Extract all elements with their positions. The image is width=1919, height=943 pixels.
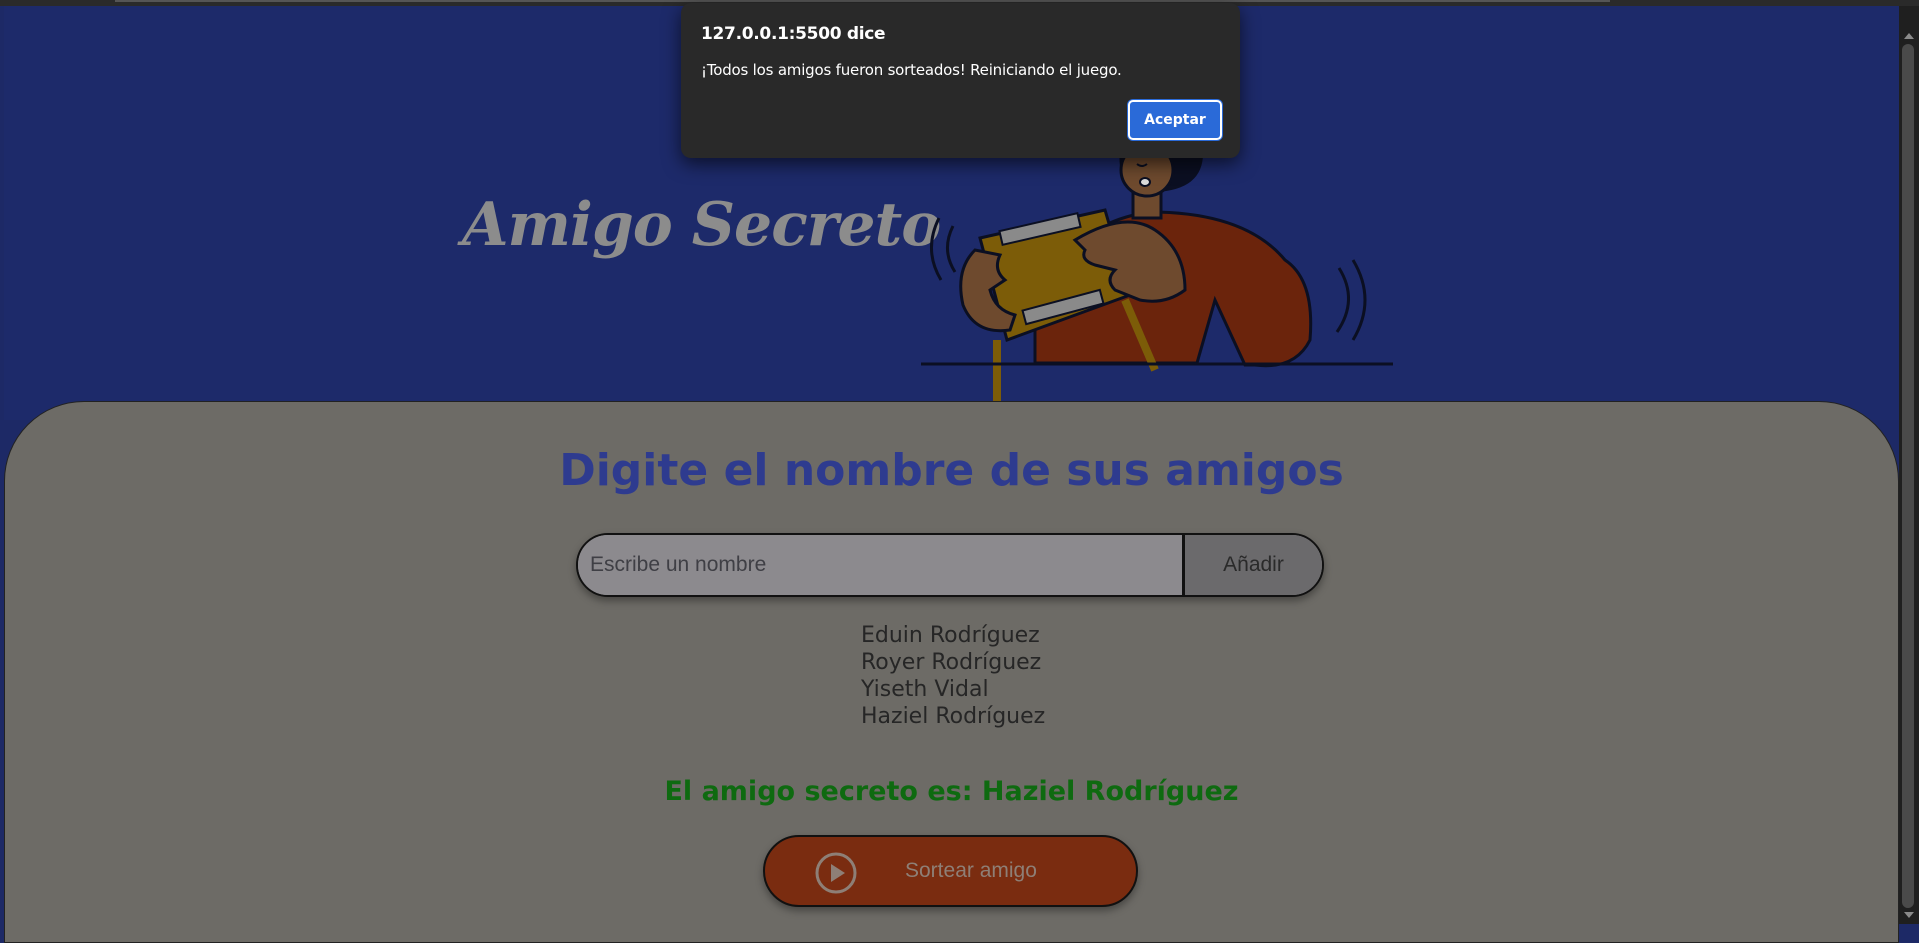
- list-item: Royer Rodríguez: [861, 650, 1042, 675]
- motion-lines-left: [929, 217, 957, 281]
- section-heading: Digite el nombre de sus amigos: [559, 445, 1344, 496]
- scroll-down-arrow-icon[interactable]: [1904, 912, 1914, 918]
- list-item: Yiseth Vidal: [861, 677, 989, 702]
- mouth: [1139, 177, 1151, 187]
- list-item: Eduin Rodríguez: [861, 623, 1040, 648]
- draw-friend-button[interactable]: Sortear amigo: [763, 835, 1138, 907]
- scrollbar-thumb[interactable]: [1902, 44, 1914, 908]
- add-button[interactable]: Añadir: [1182, 535, 1322, 595]
- name-input[interactable]: [578, 535, 1182, 595]
- list-item: Haziel Rodríguez: [861, 704, 1046, 729]
- result-text: El amigo secreto es: Haziel Rodríguez: [664, 776, 1239, 807]
- hero-illustration: [921, 142, 1393, 402]
- scroll-up-arrow-icon[interactable]: [1904, 33, 1914, 39]
- motion-lines-right: [1335, 259, 1367, 341]
- dialog-message: ¡Todos los amigos fueron sorteados! Rein…: [701, 61, 1122, 79]
- dialog-title: 127.0.0.1:5500 dice: [701, 24, 886, 44]
- friends-list: Eduin Rodríguez Royer Rodríguez Yiseth V…: [861, 622, 1045, 730]
- play-circle-icon: [815, 852, 857, 894]
- app-title: Amigo Secreto: [462, 190, 941, 260]
- browser-top-divider: [115, 0, 1610, 2]
- dialog-ok-button[interactable]: Aceptar: [1128, 100, 1222, 140]
- name-input-group: Añadir: [576, 533, 1324, 597]
- alert-dialog: 127.0.0.1:5500 dice ¡Todos los amigos fu…: [681, 3, 1240, 158]
- draw-friend-label: Sortear amigo: [905, 859, 1037, 882]
